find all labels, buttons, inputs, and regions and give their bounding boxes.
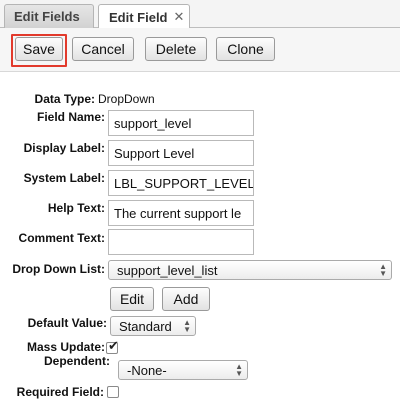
default-value-select[interactable]: Standard ▲ ▼ <box>110 316 196 336</box>
required-field-checkbox[interactable] <box>107 386 119 398</box>
field-name-input[interactable]: support_level <box>108 110 254 136</box>
dropdown-edit-button[interactable]: Edit <box>110 287 154 311</box>
display-label-input[interactable]: Support Level <box>108 140 254 166</box>
help-text-label: Help Text: <box>47 201 105 215</box>
tab-edit-field[interactable]: Edit Field ✕ <box>98 4 190 29</box>
edit-field-page: Edit Fields Edit Field ✕ Save Cancel Del… <box>0 0 400 400</box>
delete-button[interactable]: Delete <box>145 37 207 61</box>
default-value-value: Standard <box>119 319 172 334</box>
save-button[interactable]: Save <box>15 37 63 61</box>
field-name-label: Field Name: <box>36 110 105 124</box>
clone-button[interactable]: Clone <box>216 37 275 61</box>
dependent-label: Dependent: <box>44 354 110 368</box>
updown-arrows-icon: ▲ ▼ <box>183 318 191 334</box>
dropdown-list-value: support_level_list <box>117 263 218 278</box>
updown-arrows-icon: ▲ ▼ <box>235 362 243 378</box>
help-text-input[interactable]: The current support le <box>108 200 254 226</box>
cancel-button[interactable]: Cancel <box>72 37 134 61</box>
required-field-label: Required Field: <box>16 385 104 399</box>
comment-text-input[interactable] <box>108 229 254 255</box>
dependent-value: -None- <box>127 363 167 378</box>
mass-update-checkbox[interactable]: ✔ <box>106 338 119 354</box>
updown-arrows-icon: ▲ ▼ <box>379 262 387 278</box>
data-type-value: DropDown <box>98 92 155 106</box>
dropdown-list-label: Drop Down List: <box>12 262 105 276</box>
mass-update-label: Mass Update: <box>26 340 105 354</box>
dropdown-list-select[interactable]: support_level_list ▲ ▼ <box>108 260 392 280</box>
system-label-label: System Label: <box>23 171 105 185</box>
display-label-label: Display Label: <box>23 141 105 155</box>
comment-text-label: Comment Text: <box>18 231 105 245</box>
dependent-select[interactable]: -None- ▲ ▼ <box>118 360 248 380</box>
tab-edit-fields[interactable]: Edit Fields <box>4 4 94 28</box>
tab-edit-fields-label: Edit Fields <box>14 9 80 24</box>
system-label-input[interactable]: LBL_SUPPORT_LEVEL <box>108 170 254 196</box>
default-value-label: Default Value: <box>27 316 107 330</box>
dropdown-add-button[interactable]: Add <box>162 287 210 311</box>
close-icon[interactable]: ✕ <box>174 9 185 25</box>
data-type-label: Data Type: <box>34 92 95 106</box>
checkmark-icon: ✔ <box>108 338 119 353</box>
tab-edit-field-label: Edit Field <box>109 9 168 25</box>
tab-strip: Edit Fields Edit Field ✕ <box>0 0 400 29</box>
